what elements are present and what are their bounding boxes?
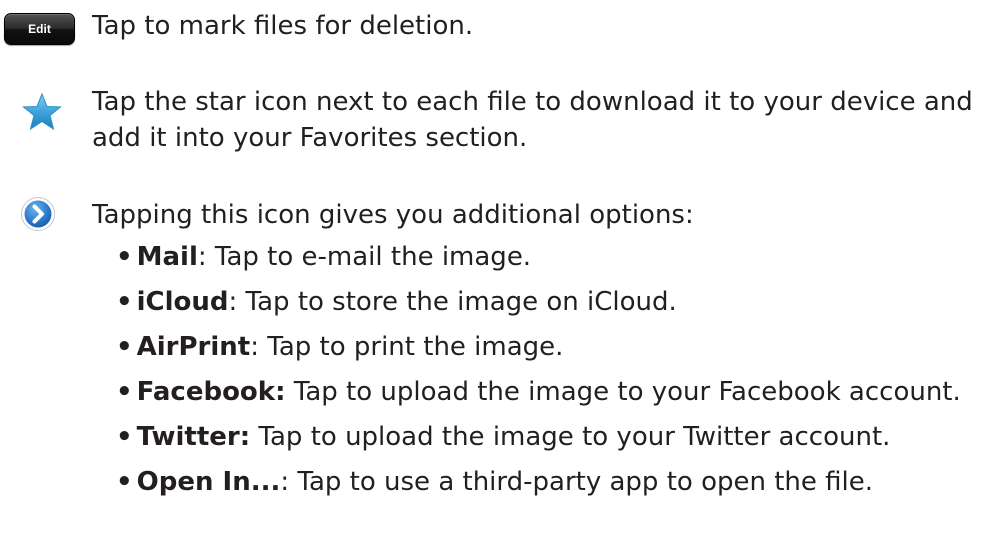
bullet-dot: •: [116, 242, 133, 272]
option-term: AirPrint: [136, 332, 251, 362]
option-list-item: • Facebook: Tap to upload the image to yo…: [116, 374, 961, 410]
edit-button[interactable]: Edit: [4, 13, 75, 45]
option-list-item: • iCloud: Tap to store the image on iClou…: [116, 284, 677, 320]
bullet-dot: •: [116, 377, 133, 407]
star-description-line1: Tap the star icon next to each file to d…: [92, 87, 973, 117]
circle-chevron-right-icon: [20, 196, 56, 232]
option-description: Tap to upload the image to your Facebook…: [285, 377, 961, 407]
option-term: Facebook:: [136, 377, 286, 407]
option-list-item: • Twitter: Tap to upload the image to you…: [116, 419, 890, 455]
option-list-item: • Mail: Tap to e-mail the image.: [116, 239, 531, 275]
edit-description: Tap to mark files for deletion.: [92, 11, 474, 41]
bullet-dot: •: [116, 287, 133, 317]
option-list-item: • Open In...: Tap to use a third-party ap…: [116, 464, 873, 500]
bullet-dot: •: [116, 332, 133, 362]
option-term: iCloud: [136, 287, 229, 317]
option-description: : Tap to store the image on iCloud.: [228, 287, 677, 317]
option-description: Tap to upload the image to your Twitter …: [250, 422, 891, 452]
option-list-item: • AirPrint: Tap to print the image.: [116, 329, 563, 365]
star-description-line2: add it into your Favorites section.: [92, 123, 528, 153]
bullet-dot: •: [116, 467, 133, 497]
bullet-dot: •: [116, 422, 133, 452]
option-description: : Tap to print the image.: [250, 332, 564, 362]
option-description: : Tap to use a third-party app to open t…: [280, 467, 874, 497]
star-icon: [22, 92, 62, 132]
options-intro: Tapping this icon gives you additional o…: [92, 200, 694, 230]
option-description: : Tap to e-mail the image.: [197, 242, 532, 272]
option-term: Twitter:: [136, 422, 251, 452]
option-term: Open In...: [136, 467, 281, 497]
option-term: Mail: [136, 242, 198, 272]
